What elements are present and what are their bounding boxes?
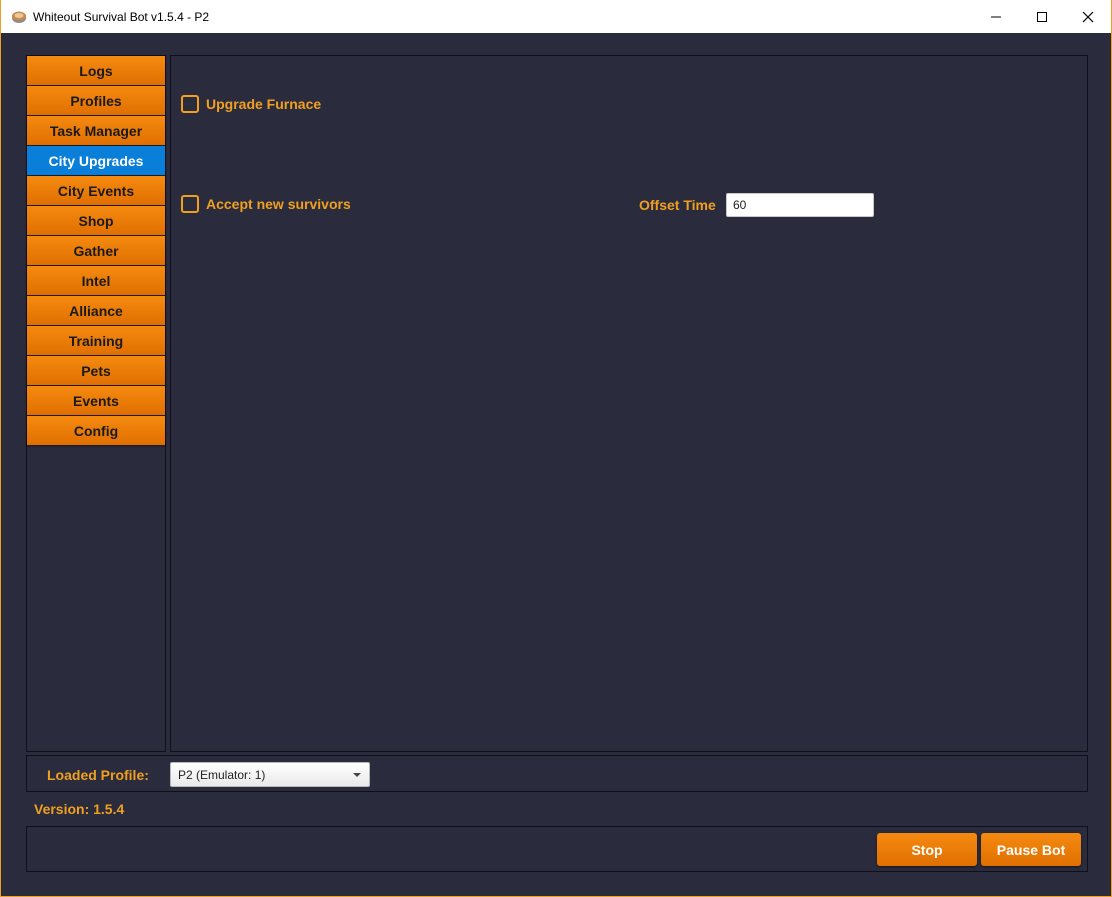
sidebar-item-profiles[interactable]: Profiles xyxy=(27,86,165,115)
sidebar-item-events[interactable]: Events xyxy=(27,386,165,415)
minimize-button[interactable] xyxy=(973,0,1019,33)
offset-time-label: Offset Time xyxy=(639,197,716,213)
sidebar-item-intel[interactable]: Intel xyxy=(27,266,165,295)
chevron-down-icon xyxy=(353,773,361,777)
profile-bar: Loaded Profile: P2 (Emulator: 1) xyxy=(26,755,1088,792)
upgrade-furnace-option[interactable]: Upgrade Furnace xyxy=(181,95,321,113)
close-button[interactable] xyxy=(1065,0,1111,33)
offset-time-input[interactable]: 60 xyxy=(726,193,874,217)
profile-select-value: P2 (Emulator: 1) xyxy=(178,767,266,782)
accept-survivors-checkbox[interactable] xyxy=(181,195,199,213)
accept-survivors-option[interactable]: Accept new survivors xyxy=(181,195,351,213)
window-controls xyxy=(973,0,1111,33)
sidebar-item-task-manager[interactable]: Task Manager xyxy=(27,116,165,145)
sidebar-item-shop[interactable]: Shop xyxy=(27,206,165,235)
title-bar: Whiteout Survival Bot v1.5.4 - P2 xyxy=(1,0,1111,33)
sidebar-item-city-upgrades[interactable]: City Upgrades xyxy=(27,146,165,175)
sidebar-nav: Logs Profiles Task Manager City Upgrades… xyxy=(26,55,166,752)
pause-bot-button[interactable]: Pause Bot xyxy=(981,833,1081,866)
app-icon xyxy=(12,11,26,23)
loaded-profile-label: Loaded Profile: xyxy=(47,767,149,783)
close-icon xyxy=(1082,11,1094,22)
sidebar-item-config[interactable]: Config xyxy=(27,416,165,445)
upgrade-furnace-label: Upgrade Furnace xyxy=(206,96,322,112)
sidebar-item-alliance[interactable]: Alliance xyxy=(27,296,165,325)
upgrade-furnace-checkbox[interactable] xyxy=(181,95,199,113)
sidebar-item-training[interactable]: Training xyxy=(27,326,165,355)
accept-survivors-label: Accept new survivors xyxy=(206,196,351,212)
city-upgrades-panel: Upgrade Furnace Accept new survivors Off… xyxy=(170,55,1088,752)
sidebar-item-pets[interactable]: Pets xyxy=(27,356,165,385)
version-label: Version: 1.5.4 xyxy=(34,801,125,817)
sidebar-item-logs[interactable]: Logs xyxy=(27,56,165,85)
app-window: Whiteout Survival Bot v1.5.4 - P2 Logs P… xyxy=(0,0,1112,897)
action-bar: Stop Pause Bot xyxy=(26,826,1088,872)
profile-select[interactable]: P2 (Emulator: 1) xyxy=(170,762,370,787)
sidebar-item-gather[interactable]: Gather xyxy=(27,236,165,265)
maximize-button[interactable] xyxy=(1019,0,1065,33)
stop-button[interactable]: Stop xyxy=(877,833,977,866)
sidebar-item-city-events[interactable]: City Events xyxy=(27,176,165,205)
minimize-icon xyxy=(991,16,1001,17)
maximize-icon xyxy=(1037,11,1047,22)
window-title: Whiteout Survival Bot v1.5.4 - P2 xyxy=(33,9,210,24)
